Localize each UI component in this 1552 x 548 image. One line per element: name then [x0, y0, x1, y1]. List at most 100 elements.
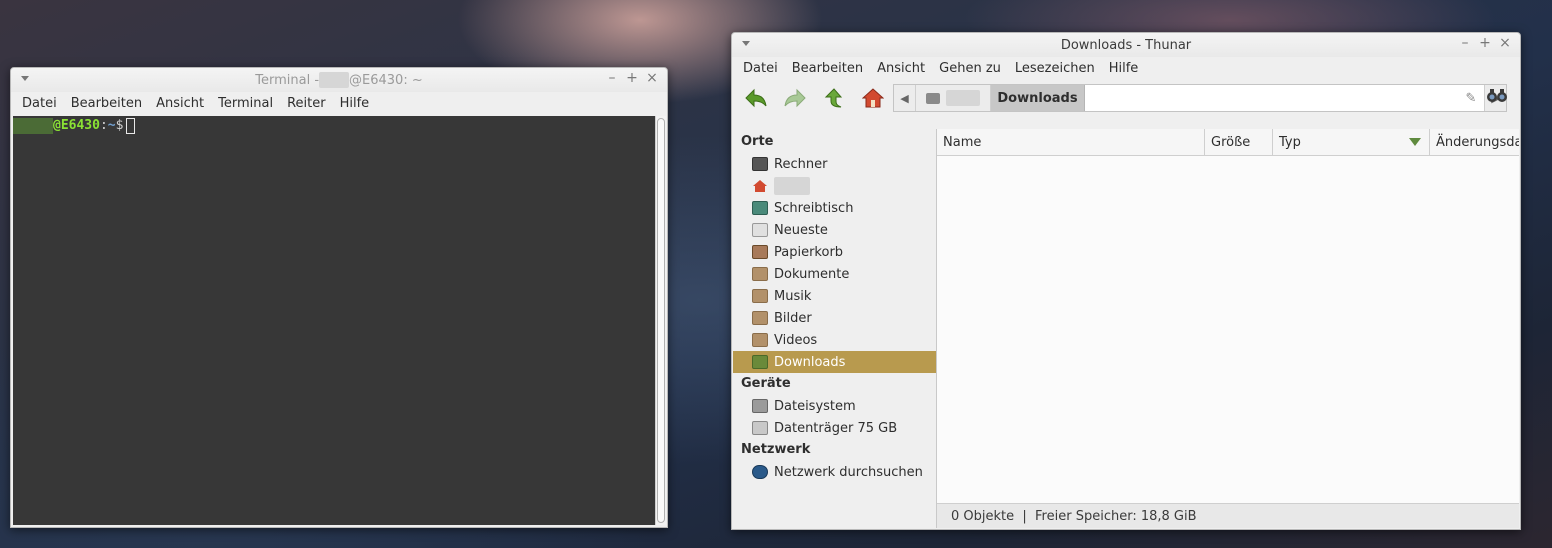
section-network: Netzwerk — [741, 442, 811, 457]
home-icon — [752, 179, 768, 193]
prompt-path: ~ — [107, 118, 116, 133]
sidebar-item-neueste[interactable]: Neueste — [733, 219, 936, 241]
terminal-output[interactable]: @E6430:~$ — [13, 116, 655, 525]
terminal-title-suffix: @E6430: ~ — [349, 72, 423, 88]
drive-icon — [926, 92, 940, 104]
menu-hilfe[interactable]: Hilfe — [1102, 61, 1146, 76]
thunar-toolbar: ◀ Downloads ✎ ▶ — [732, 79, 1520, 117]
videos-folder-icon — [752, 333, 768, 347]
column-label: Name — [943, 134, 982, 150]
prompt-separator: : — [99, 118, 108, 133]
forward-arrow-icon[interactable] — [781, 84, 809, 112]
file-list[interactable]: Name Größe Typ Änderungsda — [937, 129, 1519, 503]
drive-icon — [752, 421, 768, 435]
redacted-username — [774, 177, 810, 195]
back-arrow-icon[interactable] — [742, 84, 770, 112]
computer-icon — [752, 157, 768, 171]
menu-ansicht[interactable]: Ansicht — [870, 61, 932, 76]
maximize-icon[interactable]: + — [625, 70, 639, 86]
minimize-icon[interactable]: – — [1458, 35, 1472, 51]
sidebar-item-dateisystem[interactable]: Dateisystem — [733, 395, 936, 417]
edit-location-icon[interactable]: ✎ — [1458, 85, 1484, 111]
menu-lesezeichen[interactable]: Lesezeichen — [1008, 61, 1102, 76]
binoculars-icon[interactable] — [1486, 87, 1508, 108]
menu-bearbeiten[interactable]: Bearbeiten — [64, 96, 149, 111]
network-icon — [752, 465, 768, 479]
menu-hilfe[interactable]: Hilfe — [333, 96, 377, 111]
music-folder-icon — [752, 289, 768, 303]
section-devices: Geräte — [741, 376, 791, 391]
menu-gehen-zu[interactable]: Gehen zu — [932, 61, 1008, 76]
sidebar-item-musik[interactable]: Musik — [733, 285, 936, 307]
sidebar-item-bilder[interactable]: Bilder — [733, 307, 936, 329]
sidebar-item-label: Datenträger 75 GB — [774, 420, 898, 436]
column-label: Typ — [1279, 134, 1301, 150]
thunar-titlebar[interactable]: Downloads - Thunar – + × — [732, 33, 1520, 57]
column-name[interactable]: Name — [937, 129, 1205, 155]
sidebar-item-downloads[interactable]: Downloads — [733, 351, 936, 373]
sidebar-item-label: Netzwerk durchsuchen — [774, 464, 923, 480]
sidebar-item-label: Musik — [774, 288, 812, 304]
desktop-icon — [752, 201, 768, 215]
column-header: Name Größe Typ Änderungsda — [937, 129, 1519, 156]
close-icon[interactable]: × — [1498, 35, 1512, 51]
menu-ansicht[interactable]: Ansicht — [149, 96, 211, 111]
sidebar-item-schreibtisch[interactable]: Schreibtisch — [733, 197, 936, 219]
sidebar-item-rechner[interactable]: Rechner — [733, 153, 936, 175]
scrollbar-thumb[interactable] — [657, 118, 665, 523]
menu-reiter[interactable]: Reiter — [280, 96, 333, 111]
sidebar-item-label: Rechner — [774, 156, 828, 172]
sidebar-item-home[interactable] — [733, 175, 936, 197]
menu-bearbeiten[interactable]: Bearbeiten — [785, 61, 870, 76]
pathbar: ◀ Downloads ✎ ▶ — [893, 84, 1507, 112]
recent-clock-icon — [752, 223, 768, 237]
up-arrow-icon[interactable] — [820, 84, 848, 112]
maximize-icon[interactable]: + — [1478, 35, 1492, 51]
menu-datei[interactable]: Datei — [736, 61, 785, 76]
status-text: 0 Objekte | Freier Speicher: 18,8 GiB — [951, 508, 1197, 524]
thunar-window[interactable]: Downloads - Thunar – + × Datei Bearbeite… — [731, 32, 1521, 530]
redacted-username — [319, 72, 350, 88]
sidebar-item-videos[interactable]: Videos — [733, 329, 936, 351]
sidebar-item-dokumente[interactable]: Dokumente — [733, 263, 936, 285]
statusbar: 0 Objekte | Freier Speicher: 18,8 GiB — [937, 503, 1519, 528]
sidebar-item-datentraeger[interactable]: Datenträger 75 GB — [733, 417, 936, 439]
column-date[interactable]: Änderungsda — [1430, 129, 1519, 155]
sidebar-item-label: Bilder — [774, 310, 812, 326]
terminal-titlebar[interactable]: Terminal - @E6430: ~ – + × — [11, 68, 667, 92]
trash-icon — [752, 245, 768, 259]
menu-datei[interactable]: Datei — [15, 96, 64, 111]
terminal-scrollbar[interactable] — [655, 116, 666, 525]
sidebar-item-papierkorb[interactable]: Papierkorb — [733, 241, 936, 263]
pathbar-spacer — [1085, 85, 1458, 111]
pathbar-current-button[interactable]: Downloads — [991, 85, 1085, 111]
prompt-symbol: $ — [115, 118, 124, 133]
sidebar-item-label: Neueste — [774, 222, 828, 238]
terminal-window[interactable]: Terminal - @E6430: ~ – + × Datei Bearbei… — [10, 67, 668, 528]
window-menu-icon[interactable] — [742, 41, 750, 46]
redacted-username — [946, 90, 980, 106]
window-menu-icon[interactable] — [21, 76, 29, 81]
downloads-folder-icon — [752, 355, 768, 369]
menu-terminal[interactable]: Terminal — [211, 96, 280, 111]
column-size[interactable]: Größe — [1205, 129, 1273, 155]
drive-icon — [752, 399, 768, 413]
minimize-icon[interactable]: – — [605, 70, 619, 86]
pathbar-home-button[interactable] — [916, 85, 991, 111]
pathbar-scroll-left-icon[interactable]: ◀ — [894, 85, 916, 111]
close-icon[interactable]: × — [645, 70, 659, 86]
column-label: Größe — [1211, 134, 1251, 150]
prompt-host: @E6430 — [53, 118, 100, 133]
section-places: Orte — [741, 134, 774, 149]
sidebar-item-label: Papierkorb — [774, 244, 844, 260]
thunar-title: Downloads - Thunar — [1060, 37, 1192, 53]
column-type[interactable]: Typ — [1273, 129, 1430, 155]
sidebar-item-netzwerk[interactable]: Netzwerk durchsuchen — [733, 461, 936, 483]
sidebar-item-label: Dateisystem — [774, 398, 856, 414]
redacted-prompt-user — [13, 118, 53, 134]
sidebar-item-label: Videos — [774, 332, 818, 348]
pictures-folder-icon — [752, 311, 768, 325]
documents-folder-icon — [752, 267, 768, 281]
home-icon[interactable] — [859, 84, 887, 112]
sidebar-item-label: Downloads — [774, 354, 846, 370]
